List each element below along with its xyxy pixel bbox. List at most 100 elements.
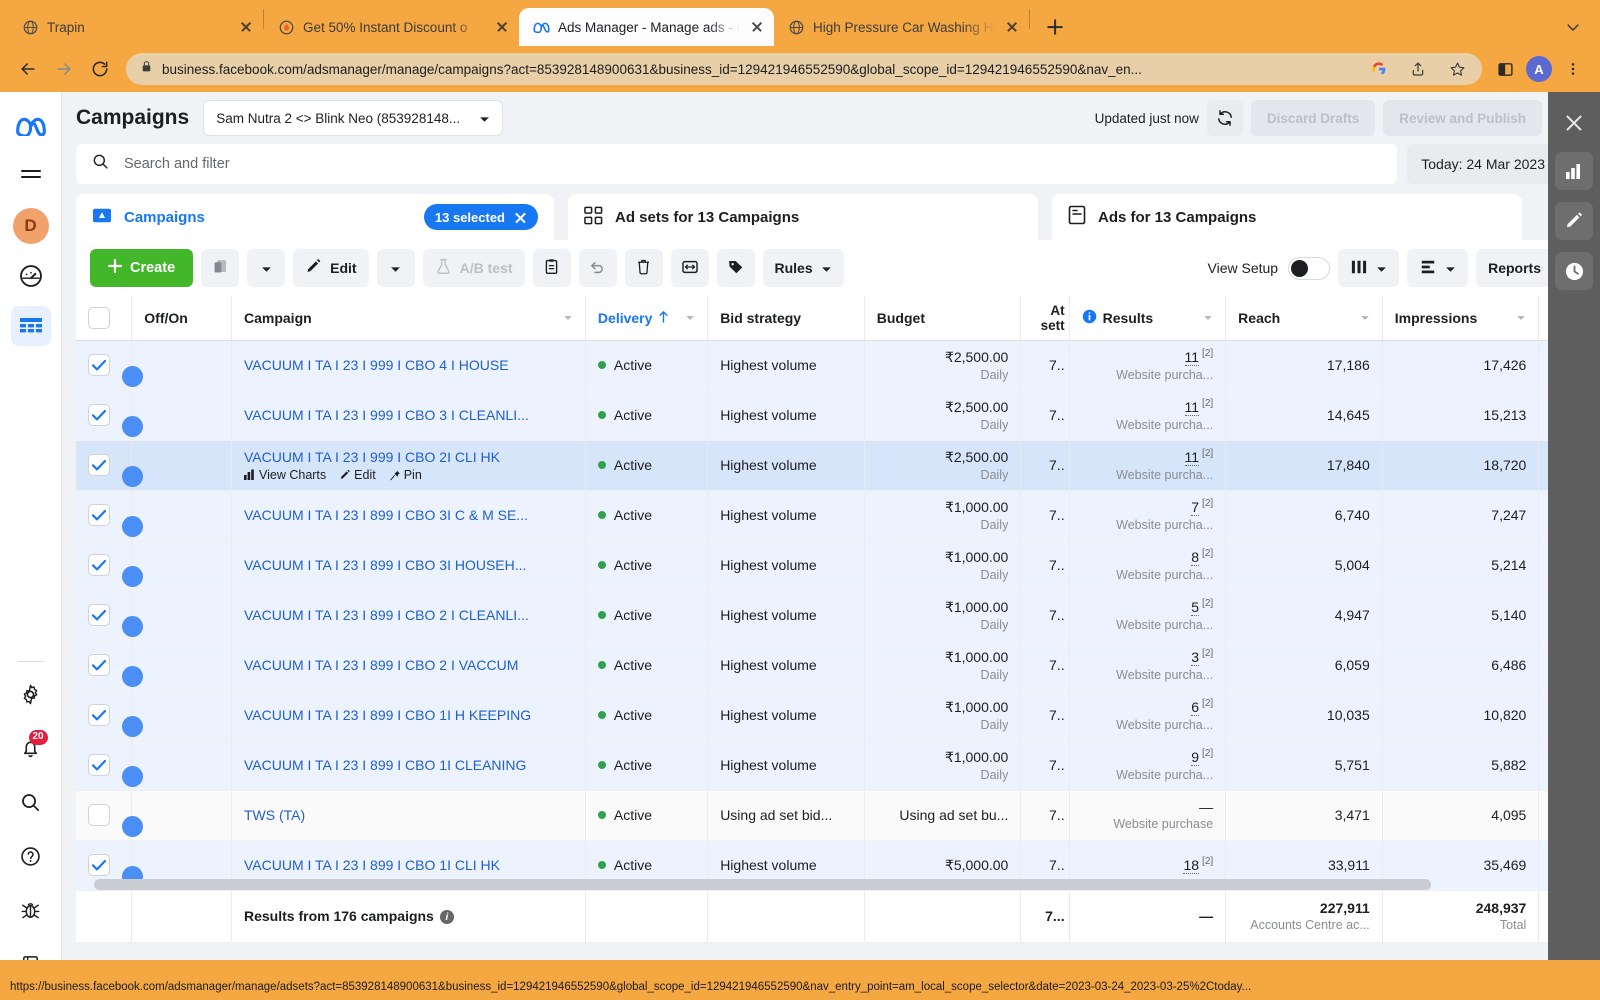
row-checkbox[interactable] [88, 654, 110, 676]
row-campaign-cell[interactable]: VACUUM I TA I 23 I 899 I CBO 1I CLEANING [231, 740, 586, 791]
row-checkbox[interactable] [88, 554, 110, 576]
chevron-down-icon[interactable] [1516, 313, 1526, 323]
header-results[interactable]: Results [1069, 296, 1227, 341]
bell-icon[interactable]: 20 [11, 728, 51, 768]
browser-tab-0[interactable]: Trapin [8, 8, 263, 46]
google-icon[interactable] [1364, 54, 1394, 84]
meta-logo-icon[interactable] [11, 106, 51, 146]
row-inline-actions[interactable]: View Charts Edit Pin [244, 468, 573, 482]
row-campaign-cell[interactable]: VACUUM I TA I 23 I 999 I CBO 4 I HOUSE [231, 340, 586, 391]
chevron-down-icon[interactable] [1203, 313, 1213, 323]
tab-ads[interactable]: Ads for 13 Campaigns [1052, 194, 1522, 240]
clock-icon[interactable] [1555, 252, 1593, 290]
row-toggle-cell[interactable] [131, 590, 232, 641]
tab-adsets[interactable]: Ad sets for 13 Campaigns [568, 194, 1038, 240]
bug-icon[interactable] [11, 890, 51, 930]
hamburger-menu-icon[interactable] [11, 156, 51, 196]
row-campaign-cell[interactable]: VACUUM I TA I 23 I 899 I CBO 3I C & M SE… [231, 490, 586, 541]
row-campaign-cell[interactable]: VACUUM I TA I 23 I 899 I CBO 2 I CLEANLI… [231, 590, 586, 641]
row-toggle-cell[interactable] [131, 740, 232, 791]
sidebar-item-campaigns-table[interactable] [10, 306, 51, 346]
browser-tab-3[interactable]: High Pressure Car Washing Ho [774, 8, 1029, 46]
review-and-publish-button[interactable]: Review and Publish [1383, 100, 1542, 136]
select-all-checkbox[interactable] [88, 306, 110, 329]
row-campaign-cell[interactable]: VACUUM I TA I 23 I 999 I CBO 2I CLI HK Vi… [231, 440, 586, 491]
row-toggle-cell[interactable] [131, 690, 232, 741]
campaign-name-link[interactable]: VACUUM I TA I 23 I 999 I CBO 2I CLI HK [244, 449, 573, 465]
profile-avatar[interactable]: A [1524, 54, 1554, 84]
chrome-menu-icon[interactable] [1558, 54, 1588, 84]
bookmark-star-icon[interactable] [1442, 54, 1472, 84]
row-action-pin[interactable]: Pin [389, 468, 422, 482]
duplicate-dropdown[interactable] [247, 249, 286, 287]
info-icon[interactable]: i [439, 910, 454, 925]
table-row[interactable]: VACUUM I TA I 23 I 899 I CBO 1I CLEANING… [76, 740, 1586, 791]
address-bar[interactable]: business.facebook.com/adsmanager/manage/… [126, 53, 1482, 85]
row-campaign-cell[interactable]: VACUUM I TA I 23 I 899 I CBO 1I H KEEPIN… [231, 690, 586, 741]
campaign-name-link[interactable]: VACUUM I TA I 23 I 899 I CBO 1I H KEEPIN… [244, 707, 573, 723]
header-impressions[interactable]: Impressions [1382, 296, 1540, 341]
table-row[interactable]: VACUUM I TA I 23 I 899 I CBO 3I C & M SE… [76, 490, 1586, 541]
clipboard-button[interactable] [532, 249, 571, 287]
rules-button[interactable]: Rules [762, 249, 844, 287]
campaign-name-link[interactable]: TWS (TA) [244, 807, 573, 823]
row-checkbox[interactable] [88, 854, 110, 876]
horizontal-scrollbar[interactable] [94, 879, 1516, 890]
discard-drafts-button[interactable]: Discard Drafts [1250, 100, 1376, 136]
edit-button[interactable]: Edit [293, 249, 369, 287]
selected-count-pill[interactable]: 13 selected [423, 204, 538, 230]
row-toggle-cell[interactable] [131, 390, 232, 441]
chevron-down-icon[interactable] [685, 313, 695, 323]
row-campaign-cell[interactable]: VACUUM I TA I 23 I 899 I CBO 3I HOUSEH..… [231, 540, 586, 591]
duplicate-button[interactable] [201, 249, 240, 287]
campaign-name-link[interactable]: VACUUM I TA I 23 I 899 I CBO 3I HOUSEH..… [244, 557, 573, 573]
header-select-all[interactable] [76, 296, 133, 341]
table-row[interactable]: VACUUM I TA I 23 I 899 I CBO 1I H KEEPIN… [76, 690, 1586, 741]
row-checkbox[interactable] [88, 354, 110, 376]
ab-test-button[interactable]: A/B test [422, 249, 525, 287]
refresh-button[interactable] [1206, 100, 1243, 136]
scrollbar-thumb[interactable] [94, 879, 1431, 890]
campaign-name-link[interactable]: VACUUM I TA I 23 I 999 I CBO 4 I HOUSE [244, 357, 573, 373]
create-button[interactable]: Create [90, 249, 194, 287]
row-campaign-cell[interactable]: TWS (TA) [231, 790, 586, 841]
view-setup-switch[interactable] [1288, 256, 1331, 280]
row-checkbox[interactable] [88, 504, 110, 526]
table-row[interactable]: VACUUM I TA I 23 I 999 I CBO 4 I HOUSE Ac… [76, 340, 1586, 391]
forward-button[interactable] [48, 53, 80, 85]
avatar[interactable]: D [11, 206, 51, 246]
help-circle-icon[interactable] [11, 836, 51, 876]
row-toggle-cell[interactable] [131, 790, 232, 841]
reload-button[interactable] [84, 53, 116, 85]
row-toggle-cell[interactable] [131, 540, 232, 591]
campaign-name-link[interactable]: VACUUM I TA I 23 I 899 I CBO 3I C & M SE… [244, 507, 573, 523]
tab-campaigns[interactable]: Campaigns 13 selected [76, 194, 554, 240]
search-icon[interactable] [11, 782, 51, 822]
edit-dropdown[interactable] [376, 249, 415, 287]
campaign-name-link[interactable]: VACUUM I TA I 23 I 899 I CBO 2 I VACCUM [244, 657, 573, 673]
row-action-view-charts[interactable]: View Charts [244, 468, 326, 482]
browser-tab-1[interactable]: Get 50% Instant Discount o [264, 8, 519, 46]
row-toggle-cell[interactable] [131, 640, 232, 691]
row-checkbox[interactable] [88, 754, 110, 776]
campaign-name-link[interactable]: VACUUM I TA I 23 I 899 I CBO 1I CLI HK [244, 857, 573, 873]
row-toggle-cell[interactable] [131, 340, 232, 391]
row-action-edit[interactable]: Edit [339, 468, 376, 482]
header-reach[interactable]: Reach [1225, 296, 1383, 341]
row-toggle-cell[interactable] [131, 440, 232, 491]
row-campaign-cell[interactable]: VACUUM I TA I 23 I 899 I CBO 2 I VACCUM [231, 640, 586, 691]
search-input[interactable]: Search and filter [76, 144, 1398, 184]
campaign-name-link[interactable]: VACUUM I TA I 23 I 899 I CBO 2 I CLEANLI… [244, 607, 573, 623]
clear-selection-icon[interactable] [514, 211, 527, 224]
table-row[interactable]: TWS (TA) Active Using ad set bid... Using a… [76, 790, 1586, 841]
browser-tab-2-active[interactable]: Ads Manager - Manage ads - C [519, 8, 774, 46]
row-toggle-cell[interactable] [131, 490, 232, 541]
table-row[interactable]: VACUUM I TA I 23 I 899 I CBO 3I HOUSEH..… [76, 540, 1586, 591]
header-delivery[interactable]: Delivery [585, 296, 709, 341]
export-button[interactable] [670, 249, 709, 287]
row-checkbox[interactable] [88, 404, 110, 426]
view-setup-toggle[interactable]: View Setup [1208, 256, 1331, 280]
table-row[interactable]: VACUUM I TA I 23 I 899 I CBO 2 I CLEANLI… [76, 590, 1586, 641]
table-row[interactable]: VACUUM I TA I 23 I 899 I CBO 2 I VACCUM A… [76, 640, 1586, 691]
close-icon[interactable] [493, 18, 511, 36]
